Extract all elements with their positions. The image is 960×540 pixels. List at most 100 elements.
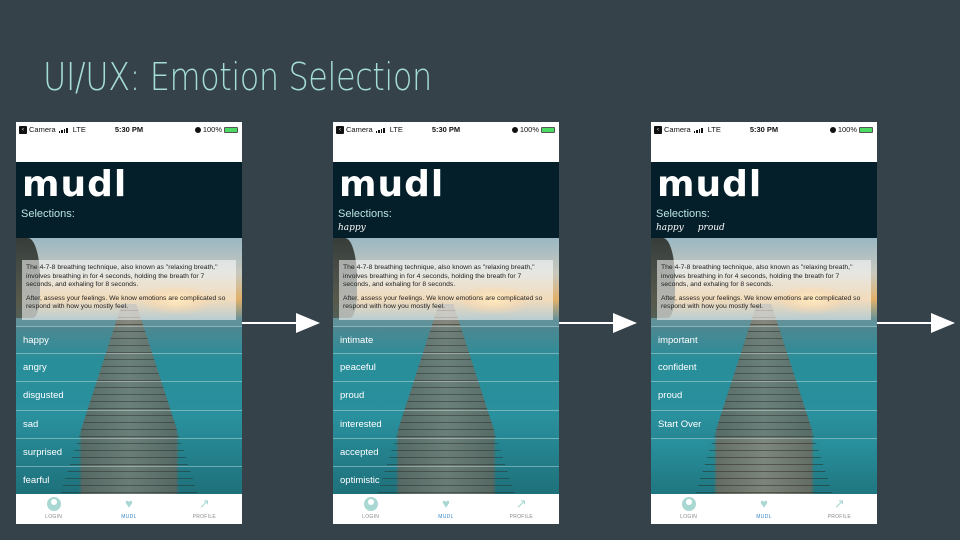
emotion-option[interactable]: accepted	[333, 438, 559, 467]
breathing-info-box: The 4-7-8 breathing technique, also know…	[657, 260, 871, 320]
emotion-option[interactable]: proud	[333, 382, 559, 411]
background-image: The 4-7-8 breathing technique, also know…	[16, 238, 242, 494]
tab-mudl[interactable]: ♥ MUDL	[416, 496, 476, 521]
phone-screen-3: ‹ Camera LTE 5:30 PM 100% mudl Selection…	[651, 122, 877, 524]
emotion-option[interactable]: disgusted	[16, 382, 242, 411]
status-bar: ‹ Camera LTE 5:30 PM 100%	[651, 122, 877, 137]
trend-icon: ↗	[198, 496, 210, 511]
tab-bar: LOGIN ♥ MUDL ↗ PROFILE	[16, 494, 242, 524]
info-paragraph-1: The 4-7-8 breathing technique, also know…	[26, 264, 218, 289]
info-paragraph-1: The 4-7-8 breathing technique, also know…	[343, 264, 535, 289]
trend-icon: ↗	[515, 496, 527, 511]
network-label: LTE	[707, 125, 721, 134]
emotion-option[interactable]: important	[651, 326, 877, 355]
breathing-info-box: The 4-7-8 breathing technique, also know…	[339, 260, 553, 320]
status-time: 5:30 PM	[431, 125, 461, 134]
app-header: mudl Selections: happy	[333, 162, 559, 238]
emotion-option[interactable]: sad	[16, 410, 242, 439]
flow-arrow-1	[242, 313, 320, 333]
heart-icon: ♥	[442, 496, 450, 511]
phone-screen-1: ‹ Camera LTE 5:30 PM 100% mudl Selection…	[16, 122, 242, 524]
info-paragraph-2: After, assess your feelings. We know emo…	[343, 294, 543, 311]
user-icon	[681, 497, 696, 511]
tab-profile[interactable]: ↗ PROFILE	[174, 496, 234, 521]
selection-1: happy	[656, 223, 684, 233]
mudl-logo: mudl	[22, 164, 128, 205]
phone-screen-2: ‹ Camera LTE 5:30 PM 100% mudl Selection…	[333, 122, 559, 524]
flow-arrow-3	[877, 313, 955, 333]
mudl-logo: mudl	[657, 164, 763, 205]
info-paragraph-2: After, assess your feelings. We know emo…	[661, 294, 861, 311]
tab-bar: LOGIN ♥ MUDL ↗ PROFILE	[333, 494, 559, 524]
selections-label: Selections:	[338, 208, 392, 220]
emotion-option[interactable]: confident	[651, 354, 877, 383]
back-icon[interactable]: ‹	[654, 125, 662, 134]
info-paragraph-2: After, assess your feelings. We know emo…	[26, 294, 226, 311]
network-label: LTE	[389, 125, 403, 134]
alarm-icon	[194, 126, 201, 133]
user-icon	[46, 497, 61, 511]
tab-mudl[interactable]: ♥ MUDL	[99, 496, 159, 521]
selection-2: proud	[697, 223, 725, 233]
heart-icon: ♥	[125, 496, 133, 511]
start-over-button[interactable]: Start Over	[651, 410, 877, 439]
trend-icon: ↗	[833, 496, 845, 511]
battery-icon	[224, 126, 238, 133]
emotion-option[interactable]: surprised	[16, 438, 242, 467]
emotion-option[interactable]: optimistic	[333, 466, 559, 494]
selections-label: Selections:	[656, 208, 710, 220]
carrier-label: Camera	[346, 125, 373, 134]
flow-arrow-2	[559, 313, 637, 333]
network-label: LTE	[72, 125, 86, 134]
selections-values: happy	[338, 223, 380, 233]
emotion-option[interactable]: proud	[651, 382, 877, 411]
selections-label: Selections:	[21, 208, 75, 220]
alarm-icon	[829, 126, 836, 133]
carrier-label: Camera	[29, 125, 56, 134]
selections-values: happy proud	[656, 223, 725, 233]
tab-login[interactable]: LOGIN	[341, 497, 401, 520]
info-paragraph-1: The 4-7-8 breathing technique, also know…	[661, 264, 853, 289]
status-time: 5:30 PM	[749, 125, 779, 134]
slide-title: UI/UX: Emotion Selection	[43, 55, 432, 99]
selection-1: happy	[338, 223, 366, 233]
background-image: The 4-7-8 breathing technique, also know…	[333, 238, 559, 494]
battery-percent: 100%	[837, 125, 857, 134]
status-time: 5:30 PM	[114, 125, 144, 134]
app-header: mudl Selections: happy proud	[651, 162, 877, 238]
emotion-list: important confident proud Start Over	[651, 326, 877, 439]
app-header: mudl Selections:	[16, 162, 242, 238]
emotion-option[interactable]: happy	[16, 326, 242, 355]
user-icon	[363, 497, 378, 511]
carrier-label: Camera	[664, 125, 691, 134]
breathing-info-box: The 4-7-8 breathing technique, also know…	[22, 260, 236, 320]
emotion-list: intimate peaceful proud interested accep…	[333, 326, 559, 494]
tab-mudl[interactable]: ♥ MUDL	[734, 496, 794, 521]
tab-profile[interactable]: ↗ PROFILE	[491, 496, 551, 521]
emotion-list: happy angry disgusted sad surprised fear…	[16, 326, 242, 494]
signal-icon	[375, 127, 385, 133]
tab-login[interactable]: LOGIN	[24, 497, 84, 520]
status-bar: ‹ Camera LTE 5:30 PM 100%	[333, 122, 559, 137]
battery-percent: 100%	[202, 125, 222, 134]
emotion-option[interactable]: intimate	[333, 326, 559, 355]
mudl-logo: mudl	[339, 164, 445, 205]
heart-icon: ♥	[760, 496, 768, 511]
tab-bar: LOGIN ♥ MUDL ↗ PROFILE	[651, 494, 877, 524]
battery-percent: 100%	[519, 125, 539, 134]
background-image: The 4-7-8 breathing technique, also know…	[651, 238, 877, 494]
tab-login[interactable]: LOGIN	[659, 497, 719, 520]
emotion-option[interactable]: angry	[16, 354, 242, 383]
signal-icon	[58, 127, 68, 133]
battery-icon	[859, 126, 873, 133]
tab-profile[interactable]: ↗ PROFILE	[809, 496, 869, 521]
back-icon[interactable]: ‹	[19, 125, 27, 134]
status-bar: ‹ Camera LTE 5:30 PM 100%	[16, 122, 242, 137]
emotion-option[interactable]: interested	[333, 410, 559, 439]
back-icon[interactable]: ‹	[336, 125, 344, 134]
signal-icon	[693, 127, 703, 133]
emotion-option[interactable]: fearful	[16, 466, 242, 494]
battery-icon	[541, 126, 555, 133]
alarm-icon	[511, 126, 518, 133]
emotion-option[interactable]: peaceful	[333, 354, 559, 383]
